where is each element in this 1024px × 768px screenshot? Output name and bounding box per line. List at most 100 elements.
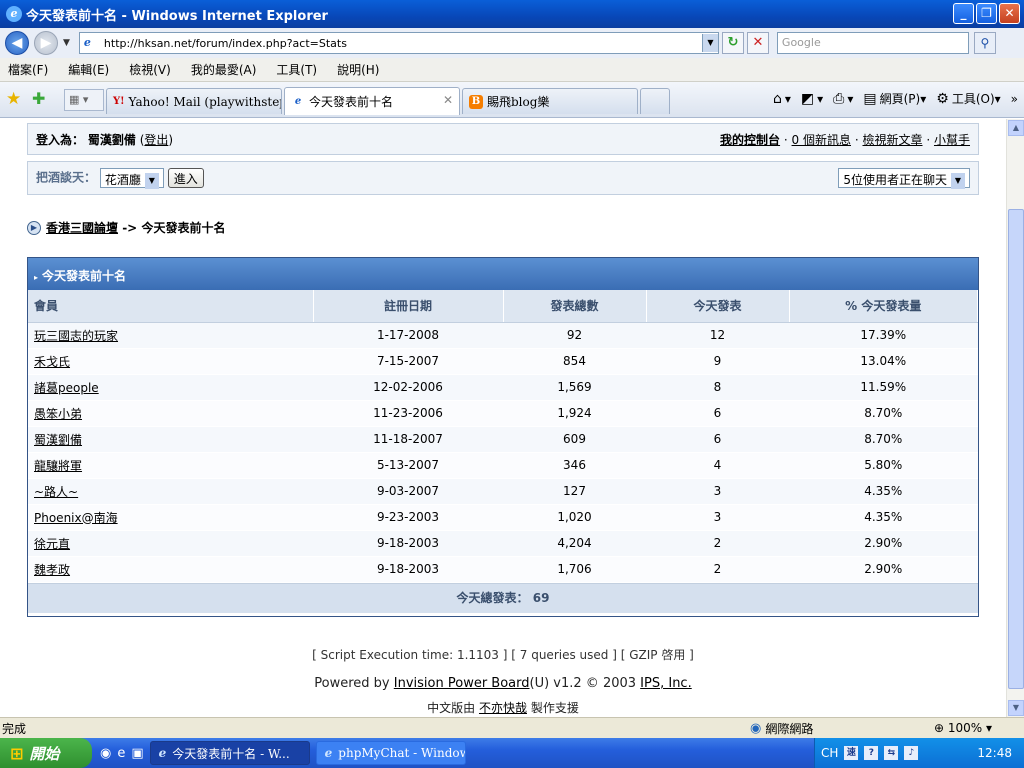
table-cell: 127	[503, 478, 646, 505]
menu-help[interactable]: 說明(H)	[337, 61, 379, 78]
menu-file[interactable]: 檔案(F)	[8, 61, 48, 78]
title-bar: e 今天發表前十名 - Windows Internet Explorer _ …	[0, 0, 1024, 28]
member-link[interactable]: 禾戈氏	[34, 355, 70, 369]
member-link[interactable]: 徐元直	[34, 537, 70, 551]
language-indicator[interactable]: CH	[821, 746, 838, 760]
column-header[interactable]: 註冊日期	[313, 290, 504, 323]
zoom-control[interactable]: ⊕ 100% ▾	[934, 721, 992, 735]
table-cell: 1,706	[503, 556, 646, 583]
member-link[interactable]: ~路人~	[34, 485, 78, 499]
address-dropdown-icon[interactable]: ▼	[701, 34, 718, 52]
start-button[interactable]: ⊞ 開始	[0, 738, 92, 768]
chat-room-select[interactable]: 花酒廳 ▼	[99, 168, 164, 189]
table-cell: 11.59%	[789, 374, 978, 401]
minimize-button[interactable]: _	[953, 3, 974, 24]
vertical-scrollbar[interactable]: ▲ ▼	[1006, 119, 1024, 717]
menu-favorites[interactable]: 我的最愛(A)	[191, 61, 257, 78]
chat-label: 把酒談天：	[36, 170, 97, 185]
table-cell: 7-15-2007	[313, 348, 503, 375]
ipb-link[interactable]: Invision Power Board	[394, 676, 530, 691]
network-icon[interactable]: ⇆	[884, 746, 899, 760]
tab-active-stats[interactable]: e 今天發表前十名 ✕	[284, 87, 460, 115]
member-link[interactable]: 玩三國志的玩家	[34, 329, 118, 343]
table-row: 玩三國志的玩家 1-17-2008 92 12 17.39%	[28, 322, 978, 349]
feeds-button[interactable]: ◩ ▾	[801, 91, 823, 107]
column-header[interactable]: 發表總數	[503, 290, 647, 323]
media-player-icon[interactable]: ◉	[100, 746, 111, 761]
tab-close-icon[interactable]: ✕	[443, 93, 453, 107]
ie-launch-icon[interactable]: e	[117, 746, 125, 761]
table-cell: 92	[503, 322, 646, 349]
tools-menu-button[interactable]: ⚙ 工具(O) ▾	[936, 90, 1000, 107]
new-tab-button[interactable]	[640, 88, 670, 114]
messages-link[interactable]: 0 個新訊息	[792, 133, 851, 147]
username: 蜀漢劉備	[87, 133, 136, 147]
tab-yahoo-mail[interactable]: Y! Yahoo! Mail (playwithstephen)	[106, 88, 282, 114]
menu-tools[interactable]: 工具(T)	[276, 61, 317, 78]
table-row: 徐元直 9-18-2003 4,204 2 2.90%	[28, 530, 978, 557]
enter-chat-button[interactable]: 進入	[167, 168, 204, 188]
menu-edit[interactable]: 編輯(E)	[68, 61, 109, 78]
favorites-star-icon[interactable]: ★	[6, 90, 24, 108]
ips-link[interactable]: IPS, Inc.	[640, 676, 692, 691]
scroll-up-icon[interactable]: ▲	[1008, 120, 1024, 136]
scroll-down-icon[interactable]: ▼	[1008, 700, 1024, 716]
history-dropdown-icon[interactable]: ▼	[63, 38, 70, 48]
help-icon[interactable]: ?	[864, 746, 879, 760]
home-button[interactable]: ⌂ ▾	[773, 91, 791, 107]
logout-link[interactable]: 登出	[144, 133, 168, 147]
home-icon: ⌂	[772, 90, 782, 107]
member-link[interactable]: Phoenix@南海	[34, 511, 118, 525]
column-header[interactable]: 會員	[28, 290, 314, 323]
show-desktop-icon[interactable]: ▣	[131, 746, 143, 761]
maximize-button[interactable]: ❐	[976, 3, 997, 24]
back-button[interactable]: ◀	[5, 31, 29, 55]
control-panel-link[interactable]: 我的控制台	[720, 133, 780, 147]
chinese-credit-link[interactable]: 不亦快哉	[479, 701, 527, 715]
print-button[interactable]: ⎙ ▾	[833, 91, 853, 107]
more-chevron-icon[interactable]: »	[1011, 92, 1018, 106]
close-button[interactable]: ✕	[999, 3, 1020, 24]
member-link[interactable]: 諸葛people	[34, 381, 99, 395]
member-link[interactable]: 蜀漢劉備	[34, 433, 82, 447]
volume-icon[interactable]: ♪	[904, 746, 919, 760]
page-menu-button[interactable]: ▤ 網頁(P) ▾	[863, 90, 926, 107]
column-header[interactable]: 今天發表	[646, 290, 790, 323]
table-cell: 1,569	[503, 374, 646, 401]
member-link[interactable]: 愚笨小弟	[34, 407, 82, 421]
taskbar-window-phpmychat[interactable]: e phpMyChat - Window...	[315, 741, 466, 765]
login-label: 登入為：	[36, 133, 85, 147]
search-button[interactable]: ⚲	[973, 32, 996, 54]
gzip-status: [ GZIP 啓用 ]	[620, 648, 694, 662]
helper-link[interactable]: 小幫手	[934, 133, 970, 147]
member-link[interactable]: 魏孝政	[34, 563, 70, 577]
new-posts-link[interactable]: 檢視新文章	[862, 133, 922, 147]
ie-page-icon: e	[294, 95, 302, 107]
tab-blog[interactable]: B 賜飛blog樂	[462, 88, 638, 114]
breadcrumb-forum-link[interactable]: 香港三國論壇	[46, 219, 118, 236]
add-favorite-icon[interactable]: ✚	[32, 90, 50, 108]
top-posters-table: ▸ 今天發表前十名 會員 註冊日期 發表總數 今天發表 % 今天發表量 玩三國志的…	[27, 257, 979, 617]
scroll-thumb[interactable]	[1008, 209, 1024, 689]
stop-button[interactable]: ✕	[746, 32, 769, 54]
ime-icon[interactable]: 速	[844, 746, 859, 760]
forward-button[interactable]: ▶	[34, 31, 58, 55]
search-input[interactable]: Google	[776, 32, 969, 54]
taskbar-window-stats[interactable]: e 今天發表前十名 - W...	[149, 741, 310, 765]
breadcrumb-current: 今天發表前十名	[141, 221, 226, 235]
tab-label: Yahoo! Mail (playwithstephen)	[128, 94, 281, 109]
column-header[interactable]: % 今天發表量	[789, 290, 978, 323]
chat-users-select[interactable]: 5位使用者正在聊天 ▼	[838, 168, 970, 189]
address-bar[interactable]: e http://hksan.net/forum/index.php?act=S…	[78, 32, 719, 54]
table-cell: 8.70%	[789, 426, 978, 453]
separator: ·	[783, 133, 788, 147]
refresh-button[interactable]: ↻	[721, 32, 744, 54]
table-title: ▸ 今天發表前十名	[28, 258, 978, 290]
quick-tabs-button[interactable]: ▦ ▾	[64, 89, 104, 111]
url-text[interactable]: http://hksan.net/forum/index.php?act=Sta…	[104, 37, 702, 50]
table-cell: 3	[646, 478, 789, 505]
chevron-down-icon: ▼	[144, 172, 159, 189]
member-link[interactable]: 龍驤將軍	[34, 459, 82, 473]
chat-users-value: 5位使用者正在聊天	[843, 173, 947, 187]
menu-view[interactable]: 檢視(V)	[129, 61, 171, 78]
